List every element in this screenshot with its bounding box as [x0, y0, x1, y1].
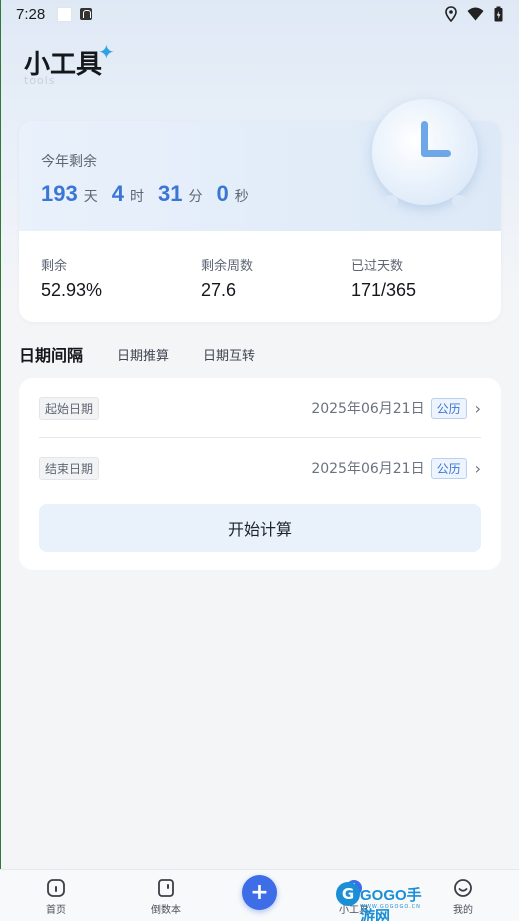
chevron-right-icon: ›: [474, 458, 481, 478]
stat-value: 171/365: [351, 280, 417, 300]
watermark-url: WWW.GOGOGO.CN: [360, 904, 421, 910]
stat-days-passed: 已过天数 171/365: [351, 255, 416, 301]
page-subtitle: tools: [24, 74, 56, 87]
countdown-minutes-unit: 分: [188, 189, 203, 205]
stat-value: 27.6: [201, 280, 237, 300]
countdown-minutes-value: 31: [157, 181, 183, 206]
chevron-right-icon: ›: [474, 398, 481, 418]
tab-date-convert[interactable]: 日期互转: [203, 345, 255, 364]
tool-tabs: 日期间隔 日期推算 日期互转: [19, 340, 289, 368]
watermark-brand: GOGO手游网: [360, 887, 422, 921]
start-date-row[interactable]: 起始日期 2025年06月21日 公历 ›: [19, 378, 501, 438]
end-date-row[interactable]: 结束日期 2025年06月21日 公历 ›: [19, 438, 501, 498]
nav-label-home: 首页: [46, 905, 66, 916]
add-button[interactable]: +: [242, 875, 277, 910]
battery-icon: [494, 6, 503, 22]
watermark-circle-icon: G: [336, 882, 360, 906]
date-interval-card: 起始日期 2025年06月21日 公历 › 结束日期 2025年06月21日 公…: [19, 378, 501, 570]
sparkle-icon: ✦: [98, 40, 115, 64]
stat-label: 剩余周数: [201, 259, 254, 274]
year-countdown: 193 天 4 时 31 分 0 秒: [41, 181, 263, 207]
location-icon: [445, 6, 457, 22]
nav-item-mine[interactable]: 我的: [433, 878, 493, 916]
stat-remaining-weeks: 剩余周数 27.6: [201, 255, 253, 301]
clock-illustration-icon: [372, 99, 478, 207]
smile-icon: [454, 879, 472, 897]
start-date-label: 起始日期: [39, 396, 100, 420]
start-calculate-button[interactable]: 开始计算: [39, 504, 481, 552]
status-time: 7:28: [16, 5, 46, 23]
start-calendar-badge[interactable]: 公历: [430, 397, 467, 419]
countdown-book-icon: [158, 879, 174, 897]
watermark-logo: G GOGO手游网 WWW.GOGOGO.CN: [336, 878, 436, 921]
wifi-icon: [467, 7, 484, 21]
countdown-seconds-unit: 秒: [234, 189, 249, 205]
home-icon: [47, 879, 65, 897]
status-bar: 7:28: [0, 0, 519, 28]
nav-label-mine: 我的: [453, 905, 473, 916]
nav-item-home[interactable]: 首页: [26, 878, 86, 916]
year-remaining-label: 今年剩余: [41, 154, 97, 170]
stat-label: 剩余: [41, 259, 68, 274]
screen-edge: [0, 0, 1, 921]
tab-date-interval[interactable]: 日期间隔: [19, 342, 83, 366]
countdown-hours-unit: 时: [129, 189, 144, 205]
end-date-value: 2025年06月21日: [311, 461, 425, 477]
notification-square-icon: [57, 6, 73, 22]
countdown-days-value: 193: [41, 181, 78, 206]
end-date-label: 结束日期: [39, 456, 100, 480]
nav-item-countdown-book[interactable]: 倒数本: [136, 878, 196, 916]
end-calendar-badge[interactable]: 公历: [430, 457, 467, 479]
app-notification-icon: [80, 8, 93, 20]
plus-icon: +: [250, 880, 269, 905]
countdown-hours-value: 4: [111, 181, 124, 206]
start-date-value: 2025年06月21日: [311, 401, 425, 417]
nav-label-countdown-book: 倒数本: [151, 905, 181, 916]
year-stats: 剩余 52.93% 剩余周数 27.6 已过天数 171/365: [19, 231, 501, 322]
countdown-seconds-value: 0: [216, 181, 229, 206]
tab-date-calculate[interactable]: 日期推算: [117, 345, 169, 364]
stat-label: 已过天数: [351, 259, 404, 274]
stat-remaining-percent: 剩余 52.93%: [41, 255, 102, 301]
countdown-days-unit: 天: [83, 189, 98, 205]
stat-value: 52.93%: [41, 280, 103, 300]
